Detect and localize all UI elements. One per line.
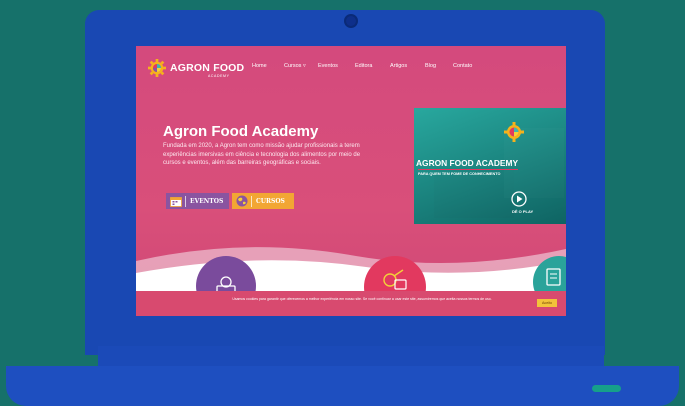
nav-contato[interactable]: Contato — [453, 63, 472, 69]
gear-icon[interactable] — [148, 59, 166, 77]
website-screen: AGRON FOOD ACADEMY Home Cursos ▿ Eventos… — [136, 46, 566, 316]
top-navigation: AGRON FOOD ACADEMY Home Cursos ▿ Eventos… — [136, 46, 566, 86]
document-icon — [546, 268, 561, 286]
cursos-label: CURSOS — [256, 197, 285, 205]
brand-name[interactable]: AGRON FOOD — [170, 62, 244, 74]
globe-icon — [236, 195, 248, 207]
video-title: AGRON FOOD ACADEMY — [416, 158, 519, 168]
nav-home[interactable]: Home — [252, 63, 267, 69]
eventos-label: EVENTOS — [190, 197, 224, 205]
promo-video[interactable]: AGRON FOOD ACADEMY PARA QUEM TEM FOME DE… — [414, 108, 566, 224]
brand-tagline: ACADEMY — [208, 74, 230, 78]
laptop-bezel-bottom — [98, 346, 604, 366]
power-led — [592, 385, 621, 392]
nav-blog[interactable]: Blog — [425, 63, 436, 69]
video-divider — [418, 169, 518, 170]
calendar-icon — [170, 196, 182, 207]
laptop-base — [6, 366, 679, 406]
hero-description: Fundada em 2020, a Agron tem como missão… — [163, 143, 361, 167]
video-subtitle: PARA QUEM TEM FOME DE CONHECIMENTO — [418, 172, 501, 176]
nav-editora[interactable]: Editora — [355, 63, 372, 69]
nav-eventos[interactable]: Eventos — [318, 63, 338, 69]
cursos-button[interactable]: CURSOS — [232, 193, 294, 209]
play-label: DÊ O PLAY — [512, 209, 534, 214]
cookie-message: Usamos cookies para garantir que oferece… — [232, 297, 492, 301]
gear-icon — [504, 122, 524, 142]
cookie-banner: Usamos cookies para garantir que oferece… — [136, 291, 566, 316]
webcam — [344, 14, 358, 28]
button-divider — [185, 195, 186, 207]
nav-artigos[interactable]: Artigos — [390, 63, 407, 69]
cookie-accept-button[interactable]: Aceito — [537, 299, 557, 307]
nav-cursos[interactable]: Cursos ▿ — [284, 63, 306, 69]
eventos-button[interactable]: EVENTOS — [166, 193, 229, 209]
play-icon[interactable] — [511, 191, 527, 207]
button-divider — [251, 195, 252, 207]
hero-title: Agron Food Academy — [163, 123, 319, 140]
